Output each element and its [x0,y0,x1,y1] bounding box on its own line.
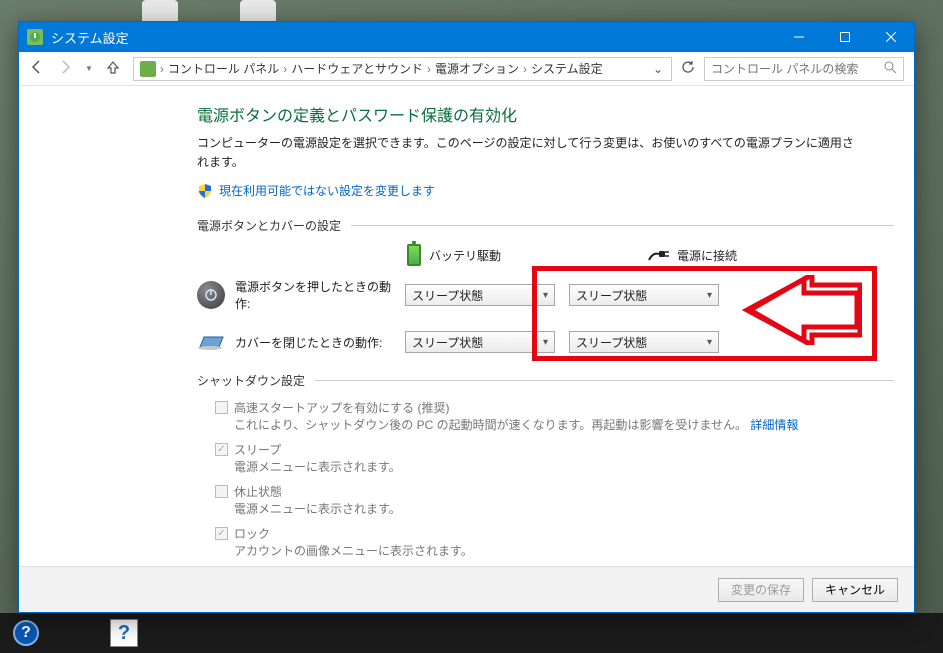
back-button[interactable] [29,59,45,78]
shutdown-option: ✓ スリープ電源メニューに表示されます。 [215,441,894,481]
power-button-action-label: 電源ボタンを押したときの動作: [235,278,405,312]
shutdown-option-desc: これにより、シャットダウン後の PC の起動時間が速くなります。再起動は影響を受… [234,416,894,433]
breadcrumb-item[interactable]: システム設定 [531,60,603,77]
window-title: システム設定 [51,28,129,47]
shutdown-option-desc: 電源メニューに表示されます。 [234,500,894,517]
checkbox: ✓ [215,527,228,540]
system-settings-window: システム設定 ▼ › コントロール パネル › ハードウェアとサウンド › 電 [18,21,915,613]
page-heading: 電源ボタンの定義とパスワード保護の有効化 [197,102,894,126]
recent-locations-button[interactable]: ▼ [85,64,93,73]
checkbox [215,401,228,414]
power-button-action-row: 電源ボタンを押したときの動作: スリープ状態▾ スリープ状態▾ [197,278,894,312]
checkbox: ✓ [215,443,228,456]
shutdown-option-desc: 電源メニューに表示されます。 [234,458,894,475]
shutdown-option: 高速スタートアップを有効にする (推奨)これにより、シャットダウン後の PC の… [215,399,894,439]
change-unavailable-settings-link[interactable]: 現在利用可能ではない設定を変更します [219,182,435,199]
shutdown-option-label: スリープ [234,441,281,458]
chevron-down-icon: ▾ [543,290,548,301]
lid-close-plugged-dropdown[interactable]: スリープ状態▾ [569,331,719,353]
shutdown-option-desc: アカウントの画像メニューに表示されます。 [234,542,894,559]
taskbar: ? ? [0,613,943,653]
control-panel-icon [140,61,156,77]
refresh-button[interactable] [678,60,698,77]
search-box[interactable] [704,57,904,81]
plug-icon [647,248,669,262]
minimize-button[interactable] [776,22,822,52]
chevron-down-icon: ▾ [707,337,712,348]
power-button-icon [197,281,225,309]
uac-shield-icon [197,183,213,199]
search-input[interactable] [711,62,871,76]
chevron-down-icon: ▾ [707,290,712,301]
shutdown-section-label: シャットダウン設定 [197,372,894,389]
lid-icon [197,328,225,356]
lid-close-battery-dropdown[interactable]: スリープ状態▾ [405,331,555,353]
shutdown-option-label: 休止状態 [234,483,282,500]
shutdown-option-label: 高速スタートアップを有効にする (推奨) [234,399,449,416]
shutdown-option-label: ロック [234,525,270,542]
breadcrumb-item[interactable]: ハードウェアとサウンド [291,60,423,77]
battery-icon [407,244,421,266]
save-button[interactable]: 変更の保存 [718,578,804,602]
shutdown-option: 休止状態電源メニューに表示されます。 [215,483,894,523]
lid-close-action-row: カバーを閉じたときの動作: スリープ状態▾ スリープ状態▾ [197,328,894,356]
taskbar-help-window-icon[interactable]: ? [104,617,144,649]
cancel-button[interactable]: キャンセル [812,578,898,602]
dialog-footer: 変更の保存 キャンセル [19,566,914,612]
breadcrumb-item[interactable]: 電源オプション [435,60,519,77]
up-button[interactable] [105,59,121,78]
chevron-down-icon: ▾ [543,337,548,348]
page-description: コンピューターの電源設定を選択できます。このページの設定に対して行う変更は、お使… [197,134,854,172]
close-button[interactable] [868,22,914,52]
lid-close-action-label: カバーを閉じたときの動作: [235,334,405,351]
checkbox [215,485,228,498]
forward-button[interactable] [57,59,73,78]
nav-toolbar: ▼ › コントロール パネル › ハードウェアとサウンド › 電源オプション ›… [19,52,914,86]
breadcrumb-item[interactable]: コントロール パネル [168,60,279,77]
app-icon [27,29,43,45]
breadcrumb[interactable]: › コントロール パネル › ハードウェアとサウンド › 電源オプション › シ… [133,57,672,81]
power-button-plugged-dropdown[interactable]: スリープ状態▾ [569,284,719,306]
search-icon [884,61,897,77]
content-area: 電源ボタンの定義とパスワード保護の有効化 コンピューターの電源設定を選択できます… [19,86,914,566]
shutdown-option: ✓ ロックアカウントの画像メニューに表示されます。 [215,525,894,565]
maximize-button[interactable] [822,22,868,52]
power-button-section-label: 電源ボタンとカバーの設定 [197,217,894,234]
power-button-battery-dropdown[interactable]: スリープ状態▾ [405,284,555,306]
titlebar: システム設定 [19,22,914,52]
breadcrumb-dropdown-icon[interactable]: ⌄ [651,62,665,76]
details-link[interactable]: 詳細情報 [750,418,798,432]
taskbar-help-icon[interactable]: ? [6,617,46,649]
battery-column-head: バッテリ駆動 [407,244,557,266]
plugged-column-head: 電源に接続 [647,247,797,264]
